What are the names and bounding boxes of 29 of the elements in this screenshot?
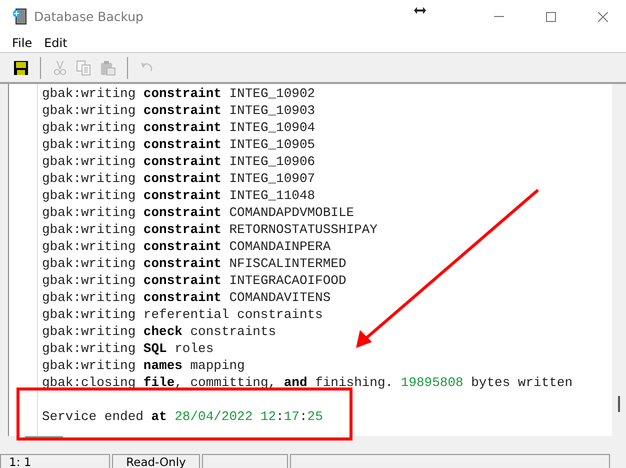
scrollbar-thumb[interactable] bbox=[618, 396, 620, 412]
log-line: gbak:writing constraint INTEG_10903 bbox=[42, 102, 316, 119]
log-line: gbak:writing constraint INTEGRACAOIFOOD bbox=[42, 272, 348, 289]
status-panel: 1: 1 bbox=[0, 454, 110, 468]
log-line: Service ended at 28/04/2022 12:17:25 bbox=[42, 408, 324, 425]
resize-cursor-icon bbox=[414, 7, 426, 14]
log-line: gbak:writing constraint INTEG_10902 bbox=[42, 85, 316, 102]
log-line: gbak:writing constraint INTEG_10905 bbox=[42, 136, 316, 153]
log-line: gbak:writing constraint COMANDAPDVMOBILE bbox=[42, 204, 356, 221]
app-icon bbox=[12, 8, 28, 25]
log-line: gbak:writing check constraints bbox=[42, 323, 278, 340]
maximize-icon[interactable] bbox=[546, 12, 556, 22]
menu-item[interactable]: File bbox=[8, 36, 36, 50]
log-line: gbak:writing constraint INTEG_10904 bbox=[42, 119, 316, 136]
log-line: gbak:writing constraint RETORNOSTATUSSHIPAY bbox=[42, 221, 378, 238]
log-line: gbak:writing constraint INTEG_10907 bbox=[42, 170, 316, 187]
save-icon[interactable] bbox=[13, 60, 29, 76]
close-icon[interactable] bbox=[598, 12, 608, 22]
log-line: gbak:writing referential constraints bbox=[42, 306, 324, 323]
log-line: gbak:writing SQL roles bbox=[42, 340, 215, 357]
log-line: gbak:writing constraint NFISCALINTERMED bbox=[42, 255, 348, 272]
minimize-icon[interactable] bbox=[494, 16, 504, 17]
menu-item[interactable]: Edit bbox=[40, 36, 72, 50]
log-line: gbak:writing constraint COMANDAINPERA bbox=[42, 238, 332, 255]
window-title: Database Backup bbox=[34, 9, 144, 24]
log-line: gbak:writing constraint COMANDAVITENS bbox=[42, 289, 332, 306]
log-line: gbak:writing names mapping bbox=[42, 357, 246, 374]
log-line: gbak:writing constraint INTEG_10906 bbox=[42, 153, 316, 170]
log-line: gbak:writing constraint INTEG_11048 bbox=[42, 187, 316, 204]
